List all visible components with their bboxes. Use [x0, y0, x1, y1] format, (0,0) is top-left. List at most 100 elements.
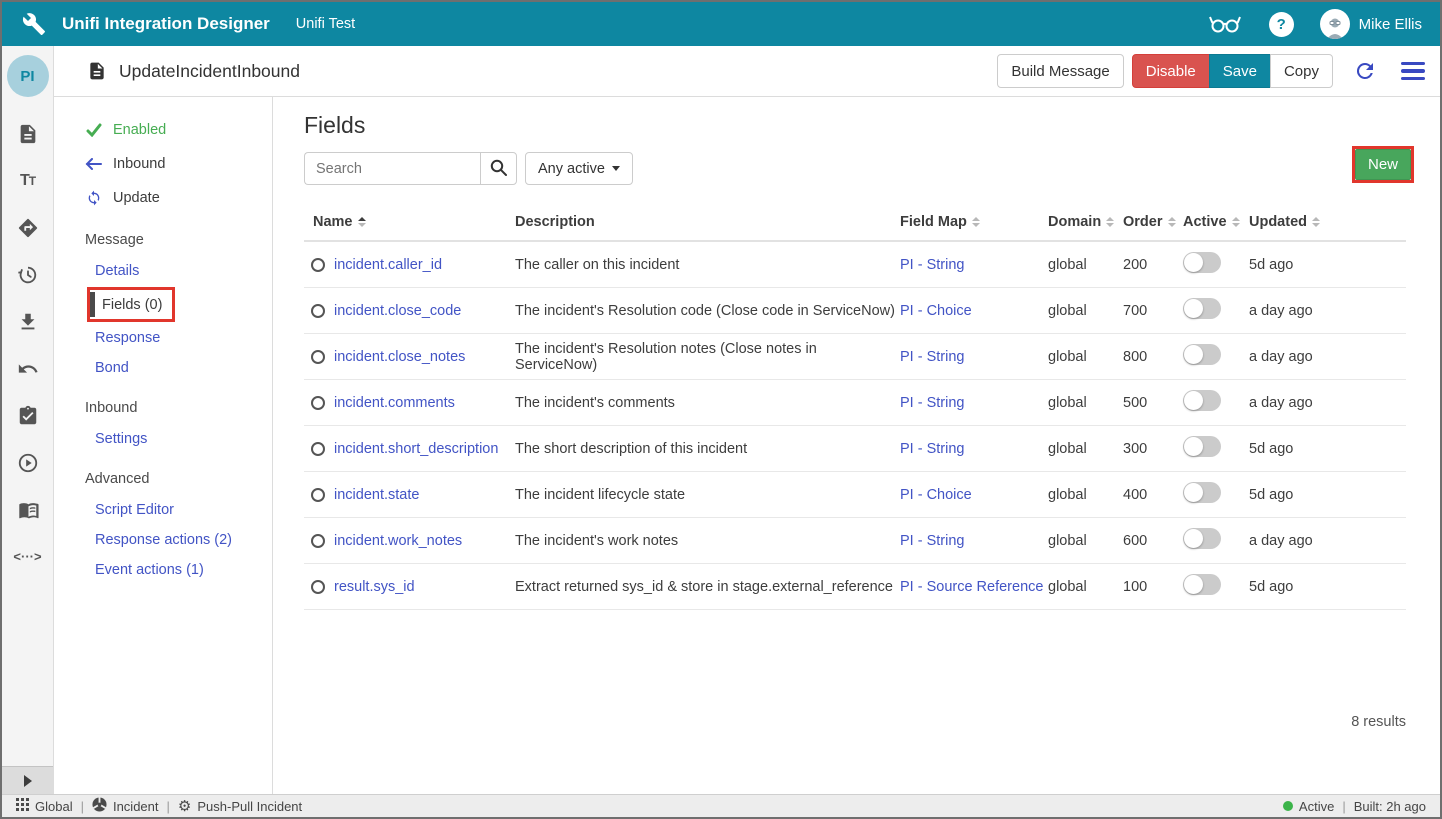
field-domain: global	[1048, 441, 1123, 457]
search-input[interactable]	[304, 152, 480, 185]
column-header-updated[interactable]: Updated	[1249, 214, 1406, 230]
code-icon[interactable]: <···>	[14, 543, 41, 570]
column-header-order[interactable]: Order	[1123, 214, 1183, 230]
record-circle-icon	[311, 442, 325, 456]
process-label: Push-Pull Incident	[197, 799, 302, 814]
field-description: Extract returned sys_id & store in stage…	[515, 579, 900, 595]
field-map-link[interactable]: PI - Choice	[900, 303, 972, 319]
table-row[interactable]: incident.short_description The short des…	[304, 426, 1406, 472]
record-circle-icon	[311, 534, 325, 548]
directions-icon[interactable]	[14, 214, 41, 241]
field-name-link[interactable]: incident.work_notes	[334, 533, 462, 549]
disable-button[interactable]: Disable	[1132, 54, 1210, 88]
column-header-name[interactable]: Name	[304, 214, 515, 230]
field-domain: global	[1048, 349, 1123, 365]
table-row[interactable]: incident.work_notes The incident's work …	[304, 518, 1406, 564]
active-toggle[interactable]	[1183, 344, 1221, 365]
column-header-field-map[interactable]: Field Map	[900, 214, 1048, 230]
field-order: 500	[1123, 395, 1183, 411]
column-header-active[interactable]: Active	[1183, 214, 1249, 230]
table-row[interactable]: incident.comments The incident's comment…	[304, 380, 1406, 426]
active-toggle[interactable]	[1183, 528, 1221, 549]
column-header-domain[interactable]: Domain	[1048, 214, 1123, 230]
table-row[interactable]: incident.caller_id The caller on this in…	[304, 242, 1406, 288]
user-avatar-icon[interactable]	[1320, 9, 1350, 39]
table-row[interactable]: incident.state The incident lifecycle st…	[304, 472, 1406, 518]
field-name-link[interactable]: incident.short_description	[334, 441, 498, 457]
app-window: Unifi Integration Designer Unifi Test ? …	[0, 0, 1442, 819]
typography-icon[interactable]: TT	[14, 167, 41, 194]
scope-item[interactable]: Global	[16, 798, 73, 814]
record-actions-group: Disable Save Copy	[1132, 54, 1333, 88]
history-icon[interactable]	[14, 261, 41, 288]
undo-icon[interactable]	[14, 355, 41, 382]
glasses-icon[interactable]	[1209, 14, 1241, 34]
process-item[interactable]: ⚙ Push-Pull Incident	[178, 799, 302, 814]
field-name-link[interactable]: incident.close_code	[334, 303, 461, 319]
document-icon[interactable]	[14, 120, 41, 147]
help-icon[interactable]: ?	[1269, 12, 1294, 37]
active-toggle[interactable]	[1183, 298, 1221, 319]
status-enabled: Enabled	[85, 113, 272, 147]
gear-icon: ⚙	[178, 799, 191, 814]
sidebar-item-fields[interactable]: Fields (0)	[87, 287, 175, 322]
sidebar-item-event-actions[interactable]: Event actions (1)	[85, 555, 272, 585]
field-description: The incident's Resolution notes (Close n…	[515, 341, 900, 373]
wrench-icon	[22, 12, 46, 36]
section-header-message: Message	[85, 224, 272, 256]
sidebar-item-script-editor[interactable]: Script Editor	[85, 495, 272, 525]
new-button[interactable]: New	[1355, 149, 1411, 180]
build-message-button[interactable]: Build Message	[997, 54, 1123, 88]
sidebar-item-details[interactable]: Details	[85, 256, 272, 286]
copy-button[interactable]: Copy	[1270, 54, 1333, 88]
separator: |	[1342, 799, 1345, 814]
icon-rail: PI TT	[2, 46, 54, 794]
active-toggle[interactable]	[1183, 390, 1221, 411]
sidebar-item-bond[interactable]: Bond	[85, 353, 272, 383]
table-row[interactable]: result.sys_id Extract returned sys_id & …	[304, 564, 1406, 610]
active-filter-dropdown[interactable]: Any active	[525, 152, 633, 185]
filter-label: Any active	[538, 161, 605, 177]
column-label: Active	[1183, 214, 1227, 230]
integration-avatar[interactable]: PI	[7, 55, 49, 97]
hamburger-menu-icon[interactable]	[1401, 62, 1425, 81]
sort-carets-icon	[1168, 217, 1176, 227]
table-row[interactable]: incident.close_notes The incident's Reso…	[304, 334, 1406, 380]
clipboard-check-icon[interactable]	[14, 402, 41, 429]
search-button[interactable]	[480, 152, 517, 185]
sidebar-item-response[interactable]: Response	[85, 323, 272, 353]
separator: |	[81, 799, 84, 814]
field-map-link[interactable]: PI - Choice	[900, 487, 972, 503]
table-row[interactable]: incident.close_code The incident's Resol…	[304, 288, 1406, 334]
field-name-link[interactable]: result.sys_id	[334, 579, 415, 595]
active-toggle[interactable]	[1183, 252, 1221, 273]
expand-panel-button[interactable]	[2, 766, 53, 794]
update-label: Update	[113, 190, 160, 206]
field-description: The incident's Resolution code (Close co…	[515, 303, 900, 319]
active-toggle[interactable]	[1183, 482, 1221, 503]
refresh-icon[interactable]	[1353, 59, 1377, 83]
field-name-link[interactable]: incident.comments	[334, 395, 455, 411]
column-label: Order	[1123, 214, 1163, 230]
field-name-link[interactable]: incident.caller_id	[334, 257, 442, 273]
play-circle-icon[interactable]	[14, 449, 41, 476]
field-updated: a day ago	[1249, 395, 1406, 411]
field-map-link[interactable]: PI - String	[900, 533, 964, 549]
download-icon[interactable]	[14, 308, 41, 335]
sidebar-item-settings[interactable]: Settings	[85, 424, 272, 454]
field-map-link[interactable]: PI - String	[900, 441, 964, 457]
field-map-link[interactable]: PI - String	[900, 395, 964, 411]
active-toggle[interactable]	[1183, 436, 1221, 457]
field-map-link[interactable]: PI - Source Reference	[900, 579, 1043, 595]
field-name-link[interactable]: incident.state	[334, 487, 419, 503]
book-icon[interactable]	[14, 496, 41, 523]
user-name[interactable]: Mike Ellis	[1359, 16, 1422, 33]
record-circle-icon	[311, 350, 325, 364]
field-name-link[interactable]: incident.close_notes	[334, 349, 465, 365]
field-map-link[interactable]: PI - String	[900, 257, 964, 273]
active-toggle[interactable]	[1183, 574, 1221, 595]
field-map-link[interactable]: PI - String	[900, 349, 964, 365]
save-button[interactable]: Save	[1209, 54, 1271, 88]
sidebar-item-response-actions[interactable]: Response actions (2)	[85, 525, 272, 555]
table-item[interactable]: Incident	[92, 797, 159, 815]
